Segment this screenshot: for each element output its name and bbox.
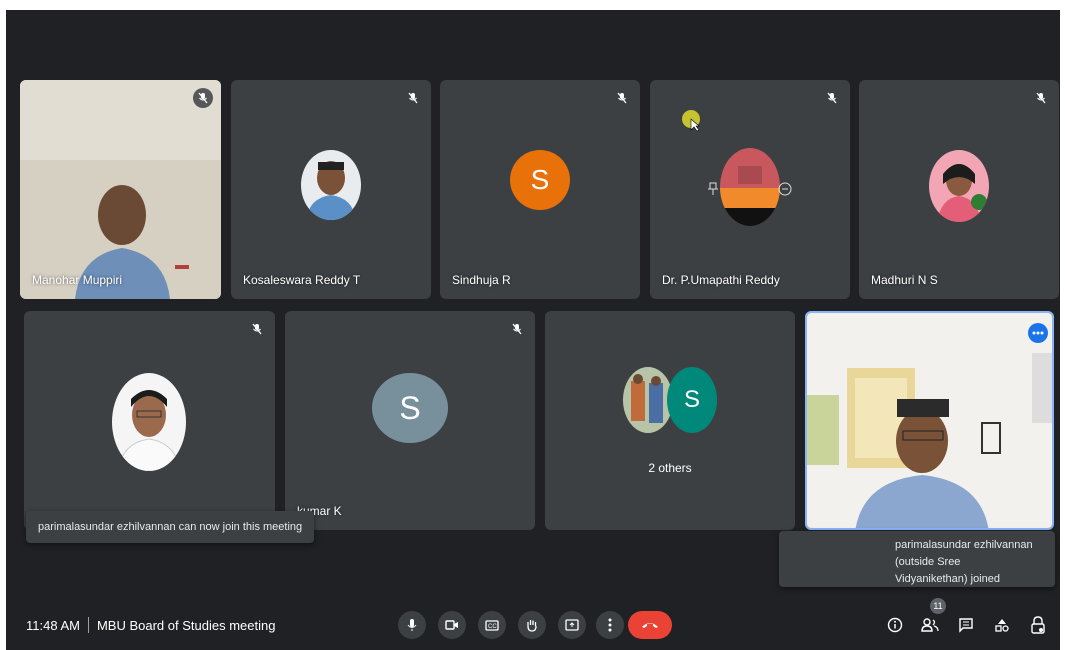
- avatar: [112, 373, 186, 471]
- participant-tile-sindhuja[interactable]: S Sindhuja R: [440, 80, 640, 299]
- raise-hand-button[interactable]: [518, 611, 546, 639]
- participant-tile-kumar[interactable]: S kumar K: [285, 311, 535, 530]
- mic-off-icon: [193, 88, 213, 108]
- mic-off-icon: [612, 88, 632, 108]
- avatar: [929, 150, 989, 222]
- captions-button[interactable]: CC: [478, 611, 506, 639]
- meeting-title: MBU Board of Studies meeting: [96, 617, 276, 633]
- camera-feed: [807, 313, 1052, 528]
- mic-off-icon: [507, 319, 527, 339]
- notification-line: (outside Sree: [895, 556, 961, 568]
- pointer-cursor-icon: [690, 118, 700, 137]
- chat-button[interactable]: [954, 613, 978, 637]
- participant-tile-kosaleswara[interactable]: Kosaleswara Reddy T: [231, 80, 431, 299]
- more-options-icon[interactable]: [1028, 323, 1048, 343]
- participant-tile-self[interactable]: [805, 311, 1054, 530]
- participant-tile-manohar[interactable]: Manohar Muppiri: [20, 80, 221, 299]
- participant-joined-notification: parimalasundar ezhilvannan (outside Sree…: [779, 531, 1055, 587]
- info-button[interactable]: [883, 613, 907, 637]
- mic-off-icon: [822, 88, 842, 108]
- mic-off-icon: [403, 88, 423, 108]
- present-button[interactable]: [558, 611, 586, 639]
- camera-icon: [445, 620, 458, 630]
- more-options-button[interactable]: [596, 611, 624, 639]
- mic-off-icon: [247, 319, 267, 339]
- svg-text:CC: CC: [488, 624, 497, 630]
- avatar: S: [510, 150, 570, 210]
- participant-tile-madhuri[interactable]: Madhuri N S: [859, 80, 1059, 299]
- activities-icon: [995, 619, 1009, 632]
- participant-name: Manohar Muppiri: [32, 273, 123, 287]
- people-icon: [921, 618, 939, 632]
- pin-icon[interactable]: [708, 182, 718, 201]
- avatar-others-photo: [623, 367, 673, 433]
- join-notification: parimalasundar ezhilvannan can now join …: [26, 511, 315, 543]
- avatar-initial: S: [399, 389, 421, 426]
- activities-button[interactable]: [990, 613, 1014, 637]
- participant-tile-student[interactable]: [24, 311, 275, 530]
- participant-count-badge: 11: [930, 598, 946, 614]
- avatar-initial: S: [683, 386, 700, 413]
- notification-line: Vidyanikethan) joined: [895, 573, 1000, 585]
- raise-hand-icon: [527, 620, 537, 632]
- meeting-time: 11:48 AM: [26, 617, 80, 633]
- host-controls-button[interactable]: [1026, 613, 1050, 637]
- participant-tile-others[interactable]: S 2 others: [545, 311, 795, 530]
- more-options-icon: [608, 618, 612, 632]
- participant-name: Dr. P.Umapathi Reddy: [662, 273, 780, 287]
- meeting-stage: Manohar Muppiri Kosaleswara Reddy T S Si…: [6, 10, 1060, 650]
- avatar-initial: S: [530, 164, 550, 195]
- avatar: [301, 150, 361, 220]
- participant-tile-umapathi[interactable]: Dr. P.Umapathi Reddy: [650, 80, 850, 299]
- host-controls-icon: [1031, 616, 1045, 634]
- present-icon: [565, 619, 579, 631]
- mic-off-icon: [1031, 88, 1051, 108]
- remove-icon[interactable]: [778, 182, 792, 201]
- participant-name: Sindhuja R: [452, 273, 511, 287]
- people-button[interactable]: [918, 613, 942, 637]
- meeting-info: 11:48 AM MBU Board of Studies meeting: [26, 617, 275, 633]
- end-call-button[interactable]: [628, 611, 672, 639]
- info-icon: [887, 617, 903, 633]
- notification-line: parimalasundar ezhilvannan: [895, 539, 1033, 551]
- others-count-label: 2 others: [648, 461, 692, 475]
- camera-button[interactable]: [438, 611, 466, 639]
- mic-icon: [407, 619, 417, 631]
- captions-icon: CC: [485, 619, 499, 631]
- avatar: S: [372, 373, 448, 443]
- mic-button[interactable]: [398, 611, 426, 639]
- join-notification-text: parimalasundar ezhilvannan can now join …: [38, 521, 303, 533]
- avatar: [720, 148, 780, 226]
- divider: [87, 617, 89, 633]
- camera-feed: [20, 80, 221, 299]
- participant-name: Madhuri N S: [871, 273, 938, 287]
- chat-icon: [959, 618, 973, 633]
- end-call-icon: [642, 623, 658, 628]
- avatar: S: [667, 367, 717, 433]
- participant-name: Kosaleswara Reddy T: [243, 273, 361, 287]
